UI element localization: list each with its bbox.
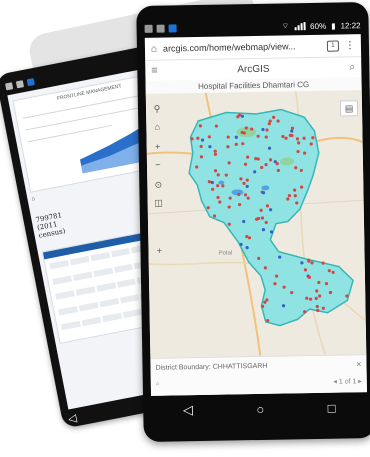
home-icon: ⌂	[31, 195, 36, 203]
status-bar: ⌔ 60% ▮ 12:22	[144, 18, 361, 36]
front-phone: ⌔ 60% ▮ 12:22 ⌂ arcgis.com/home/webmap/v…	[136, 2, 370, 442]
close-icon[interactable]: ×	[356, 359, 361, 369]
battery-icon: ▮	[331, 21, 336, 31]
map-view[interactable]: Potal ⚲ ⌂ + − ⊙ ◫ + ▤	[145, 90, 367, 358]
status-icon	[26, 77, 35, 86]
signal-icon	[294, 22, 306, 31]
app-title: ArcGIS	[237, 63, 270, 75]
notification-icon	[168, 24, 177, 33]
browser-menu-icon[interactable]: ⋮	[345, 40, 355, 51]
home-icon[interactable]: ⌂	[151, 43, 157, 54]
notification-icon	[144, 24, 153, 33]
notification-icon	[156, 24, 165, 33]
status-right: ⌔ 60% ▮ 12:22	[282, 20, 361, 31]
scene: FRONTLINE MANAGEMENT ⌂ ☗ 799781651 (2011…	[0, 0, 370, 457]
status-icon	[4, 81, 14, 90]
screen: ⌂ arcgis.com/home/webmap/view... 1 ⋮ ≡ A…	[144, 34, 367, 396]
search-icon[interactable]: ⌕	[349, 61, 355, 74]
recents-button[interactable]: □	[328, 400, 336, 415]
back-nav-icon[interactable]: ◁	[67, 411, 78, 425]
back-button[interactable]: ◁	[183, 402, 193, 418]
battery-level: 60%	[310, 21, 327, 31]
locate-icon[interactable]: ⊙	[150, 178, 166, 192]
wifi-icon: ⌔	[281, 21, 290, 31]
url-text[interactable]: arcgis.com/home/webmap/view...	[163, 41, 321, 53]
home-tool-icon[interactable]: ⌂	[149, 120, 165, 134]
layer-name: District Boundary: CHHATTISGARH	[155, 362, 268, 372]
place-label: Potal	[218, 250, 232, 256]
info-panel-footer: ⌕ ◂ 1 of 1 ▸	[151, 373, 367, 393]
district-boundary	[188, 108, 354, 327]
expand-icon[interactable]: +	[151, 244, 167, 258]
layers-icon[interactable]: ◫	[151, 196, 167, 210]
map-canvas[interactable]: Potal	[146, 90, 367, 358]
clock: 12:22	[340, 20, 361, 30]
zoom-to-icon[interactable]: ⌕	[156, 381, 160, 389]
zoom-out-icon[interactable]: −	[150, 158, 166, 172]
tabs-button[interactable]: 1	[326, 40, 340, 52]
android-nav-bar: ◁ ○ □	[151, 396, 367, 422]
search-tool-icon[interactable]: ⚲	[149, 102, 165, 116]
info-panel: District Boundary: CHHATTISGARH × ⌕ ◂ 1 …	[150, 354, 367, 396]
pager[interactable]: ◂ 1 of 1 ▸	[333, 377, 362, 385]
status-left	[144, 24, 177, 33]
basemap-icon[interactable]: ▤	[339, 100, 359, 117]
zoom-in-icon[interactable]: +	[150, 140, 166, 154]
status-icon	[15, 79, 24, 88]
home-button[interactable]: ○	[256, 401, 264, 416]
